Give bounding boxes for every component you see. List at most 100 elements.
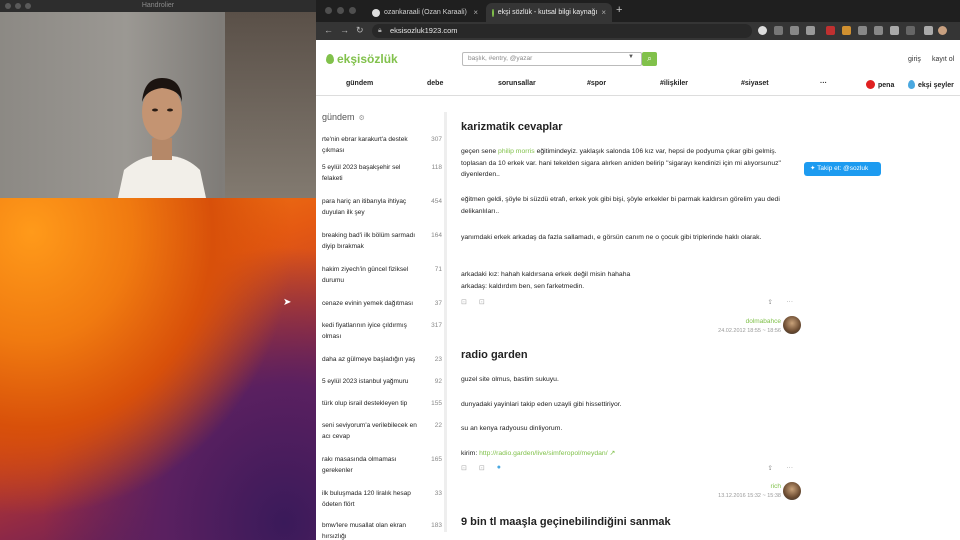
tab-label: ozankaraali (Ozan Karaali) [384,9,467,16]
sidebar-icon[interactable] [924,26,933,35]
twitter-follow-button[interactable]: ✦ Takip et: @sozluk [804,162,881,176]
sidebar-topic-item[interactable]: 5 eylül 2023 başakşehir sel felaketi 118 [322,162,442,184]
sidebar-topic-item[interactable]: breaking bad'i ilk bölüm sarmadı diyip b… [322,230,442,252]
topic-title: kedi fiyatlarının iyice çıldırmış olması [322,322,407,340]
avatar[interactable] [783,316,801,334]
extension-icon[interactable] [842,26,851,35]
download-icon[interactable] [906,26,915,35]
entry-author[interactable]: rich [771,483,781,490]
reload-icon[interactable]: ↻ [356,25,364,36]
drop-icon[interactable]: ● [497,464,501,472]
window-controls[interactable] [5,3,31,9]
pena-link[interactable]: pena [866,80,894,89]
bookmark-star-icon[interactable] [806,26,815,35]
twitter-bird-icon: ✦ [810,165,816,172]
back-arrow-icon[interactable]: ← [324,25,333,35]
topic-entry-count: 183 [431,522,442,529]
entry-link[interactable]: philip morris [498,148,535,155]
entry-date[interactable]: 13.12.2016 15:32 ~ 15:38 [718,493,781,499]
sidebar-topic-item[interactable]: daha az gülmeye başladığın yaş 23 [322,354,442,365]
camera-window-titlebar[interactable]: Handrolier [0,0,316,12]
login-link[interactable]: giriş [908,56,921,63]
downvote-icon[interactable]: ⊡ [479,464,485,472]
logo-text: sözlük [360,52,398,66]
entry-paragraph: dunyadaki yayinlari takip eden uzayli gi… [461,401,622,408]
entry-paragraph: yanımdaki erkek arkadaş da fazla sallama… [461,234,762,241]
mouse-cursor-icon: ➤ [283,297,292,308]
chevron-down-icon[interactable]: ▼ [628,54,634,60]
register-link[interactable]: kayıt ol [932,56,954,63]
entry-paragraph: su an kenya radyousu dinliyorum. [461,425,563,432]
browser-window: ozankaraali (Ozan Karaali) × ekşi sözlük… [316,0,960,540]
entry-paragraph: guzel site olmus, bastim sukuyu. [461,376,559,383]
entry-link[interactable]: http://radio.garden/live/simferopol/meyd… [479,450,607,457]
sidebar-topic-item[interactable]: cenaze evinin yemek dağıtması 37 [322,298,442,309]
nav-more[interactable]: ··· [820,80,827,87]
sidebar-topic-item[interactable]: kedi fiyatlarının iyice çıldırmış olması… [322,320,442,342]
upvote-icon[interactable]: ⊡ [461,298,467,306]
topic-title: breaking bad'i ilk bölüm sarmadı diyip b… [322,232,416,250]
forward-arrow-icon[interactable]: → [340,25,349,35]
entry-date[interactable]: 24.02.2012 18:55 ~ 18:56 [718,328,781,334]
topic-title: seni seviyorum'a verilebilecek en acı ce… [322,422,417,440]
profile-avatar[interactable] [938,26,947,35]
window-controls[interactable] [325,7,356,14]
google-icon[interactable] [758,26,767,35]
site-logo[interactable]: ekşisözlük [326,52,398,66]
address-bar[interactable]: 🔒︎ eksisozluk1923.com [372,24,752,38]
external-link-icon: ↗ [607,450,616,457]
extension-icon[interactable] [826,26,835,35]
upvote-icon[interactable]: ⊡ [461,464,467,472]
nav-iliskiler[interactable]: #ilişkiler [660,80,688,87]
sidebar-topic-item[interactable]: türk olup israil destekleyen tip 155 [322,398,442,409]
nav-siyaset[interactable]: #siyaset [741,80,769,87]
sidebar-topic-item[interactable]: rte'nin ebrar karakurt'a destek çıkması 3… [322,134,442,156]
gear-icon[interactable]: ⚙ [359,115,365,122]
entries-main: karizmatik cevaplar geçen sene philip mo… [461,106,801,540]
more-icon[interactable]: ··· [787,298,794,305]
eksi-seyler-link[interactable]: ekşi şeyler [908,80,954,89]
extension-icon[interactable] [874,26,883,35]
sidebar-topic-item[interactable]: para hariç an itibarıyla ihtiyaç duyulan… [322,196,442,218]
sidebar-topic-item[interactable]: bmw'lere musallat olan ekran hırsızlığı 1… [322,520,442,540]
entry-author[interactable]: dolmabahce [746,318,781,325]
close-icon[interactable]: × [473,8,478,17]
tab-github[interactable]: ozankaraali (Ozan Karaali) × [366,3,484,22]
sidebar-topic-item[interactable]: ilk buluşmada 120 liralık hesap ödeten f… [322,488,442,510]
search-icon: ⌕ [647,54,652,63]
entry-title[interactable]: 9 bin tl maaşla geçinebilindiğini sanmak [461,516,671,528]
sidebar-topic-item[interactable]: rakı masasında olmaması gerekenler 165 [322,454,442,476]
tab-eksi[interactable]: ekşi sözlük - kutsal bilgi kaynağı × [486,3,612,22]
search-input[interactable]: başlık, #entry, @yazar [462,52,642,66]
extension-icon[interactable] [858,26,867,35]
key-icon[interactable] [774,26,783,35]
topic-entry-count: 164 [431,232,442,239]
sidebar-topic-item[interactable]: hakim ziyech'in güncel fiziksel durumu 71 [322,264,442,286]
share-icon[interactable] [790,26,799,35]
search-placeholder: başlık, #entry, @yazar [468,55,533,62]
topic-entry-count: 33 [434,490,442,497]
puzzle-icon[interactable] [890,26,899,35]
topic-title: 5 eylül 2023 başakşehir sel felaketi [322,164,401,182]
share-icon[interactable]: ⇪ [768,298,773,306]
entry-title[interactable]: radio garden [461,349,528,361]
entry-title[interactable]: karizmatik cevaplar [461,121,563,133]
nav-sorunsallar[interactable]: sorunsallar [498,80,536,87]
search-button[interactable]: ⌕ [642,52,657,66]
eksi-drop-icon [326,54,334,64]
avatar[interactable] [783,482,801,500]
eksi-seyler-label: ekşi şeyler [918,82,954,89]
nav-debe[interactable]: debe [427,80,443,87]
share-icon[interactable]: ⇪ [768,464,773,472]
nav-spor[interactable]: #spor [587,80,606,87]
nav-gundem[interactable]: gündem [346,80,373,87]
sidebar-topic-item[interactable]: 5 eylül 2023 istanbul yağmuru 92 [322,376,442,387]
topic-nav: gündem debe sorunsallar #spor #ilişkiler… [316,78,960,94]
more-icon[interactable]: ··· [787,464,794,471]
sidebar-scrollbar[interactable] [444,112,447,532]
new-tab-button[interactable]: + [616,4,622,16]
sidebar-topic-item[interactable]: seni seviyorum'a verilebilecek en acı ce… [322,420,442,442]
downvote-icon[interactable]: ⊡ [479,298,485,306]
screen: Handrolier ➤ ozankaraali (Ozan Karaali) … [0,0,960,540]
close-icon[interactable]: × [601,8,606,17]
